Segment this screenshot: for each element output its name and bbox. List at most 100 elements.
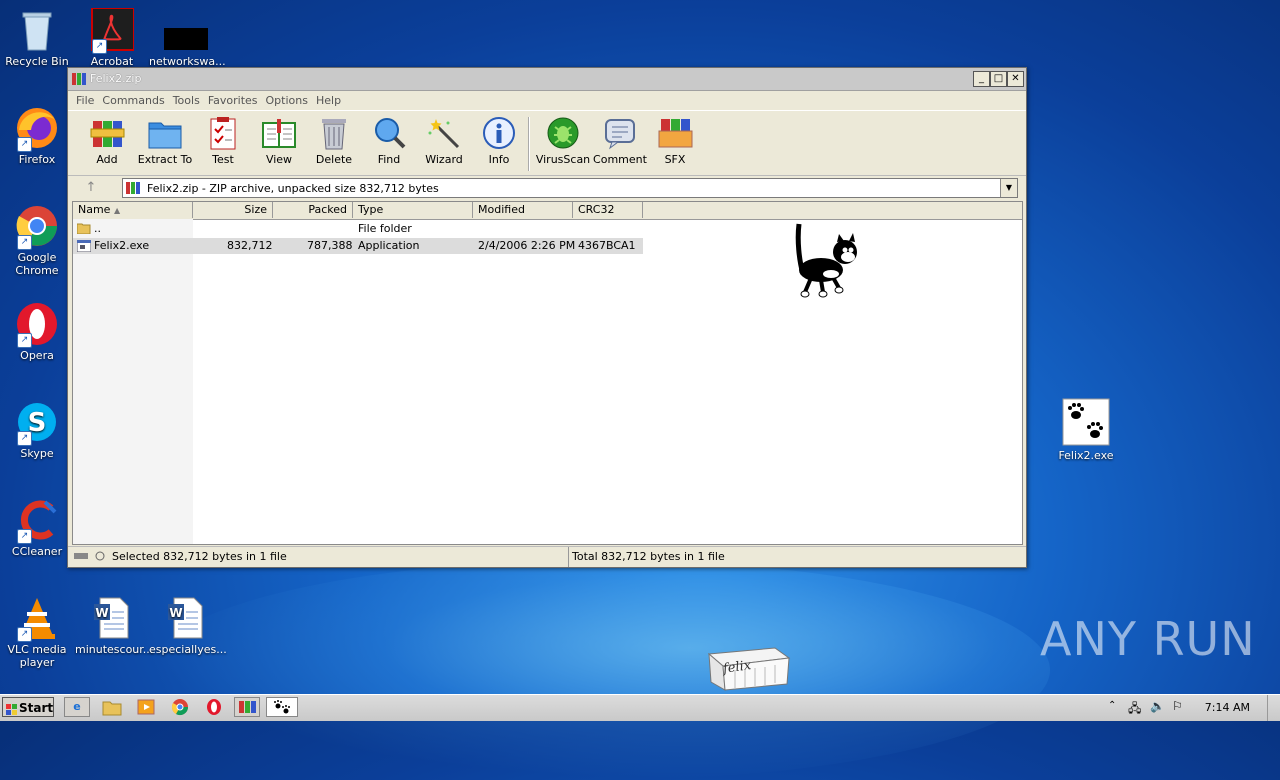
menu-bar: File Commands Tools Favorites Options Help <box>68 91 1026 110</box>
ccleaner-icon: ↗ <box>15 498 59 544</box>
taskbar-chrome[interactable] <box>168 697 194 717</box>
view-button[interactable]: View <box>250 115 308 166</box>
doc2-desktop-icon[interactable]: W especiallyes... <box>149 596 227 656</box>
felix-box-graphic: felix <box>705 640 791 692</box>
path-text: Felix2.zip - ZIP archive, unpacked size … <box>147 182 439 195</box>
chevron-down-icon[interactable]: ▼ <box>1000 179 1017 197</box>
taskbar-opera[interactable] <box>202 697 228 717</box>
ie-icon: e <box>73 700 81 713</box>
winrar-app-icon <box>72 72 86 86</box>
minimize-button[interactable]: _ <box>973 71 990 87</box>
shortcut-arrow-icon: ↗ <box>17 627 32 642</box>
network-desktop-icon[interactable]: networkswa... <box>149 8 226 68</box>
column-headers: Name ▲ Size Packed Type Modified CRC32 <box>73 202 1022 220</box>
virusscan-icon <box>545 115 581 151</box>
find-icon <box>371 115 407 151</box>
info-button[interactable]: Info <box>470 115 528 166</box>
menu-favorites[interactable]: Favorites <box>204 91 262 110</box>
skype-icon: S ↗ <box>15 400 59 446</box>
archive-icon <box>126 181 140 195</box>
add-button[interactable]: Add <box>78 115 136 166</box>
ccleaner-desktop-icon[interactable]: ↗ CCleaner <box>0 498 74 558</box>
close-button[interactable]: ✕ <box>1007 71 1024 87</box>
desktop-glow <box>150 560 1050 780</box>
virusscan-button[interactable]: VirusScan <box>534 115 592 166</box>
column-modified[interactable]: Modified <box>473 202 573 218</box>
column-packed[interactable]: Packed <box>273 202 353 218</box>
svg-text:W: W <box>169 606 182 620</box>
paw-prints-icon <box>1062 398 1110 446</box>
taskbar-explorer[interactable] <box>100 697 126 717</box>
find-button[interactable]: Find <box>360 115 418 166</box>
maximize-button[interactable]: □ <box>990 71 1007 87</box>
column-name[interactable]: Name ▲ <box>73 202 193 218</box>
chrome-icon: ↗ <box>15 204 59 250</box>
status-total: Total 832,712 bytes in 1 file <box>568 547 725 567</box>
sfx-icon <box>657 115 693 151</box>
delete-button[interactable]: Delete <box>305 115 363 166</box>
drive-status-icon <box>74 551 106 561</box>
taskbar-ie[interactable]: e <box>64 697 90 717</box>
clock[interactable]: 7:14 AM <box>1205 701 1250 714</box>
skype-desktop-icon[interactable]: S ↗ Skype <box>0 400 74 460</box>
comment-button[interactable]: Comment <box>591 115 649 166</box>
opera-icon <box>207 699 221 715</box>
menu-options[interactable]: Options <box>262 91 312 110</box>
acrobat-desktop-icon[interactable]: ↗ Acrobat <box>75 7 149 68</box>
recycle-bin-desktop-icon[interactable]: Recycle Bin <box>0 8 74 68</box>
system-tray: ⌃ 🖧 🔈 ⚐ 7:14 AM <box>1100 695 1280 721</box>
view-icon <box>261 115 297 151</box>
firefox-icon: ↗ <box>15 106 59 152</box>
network-tray-icon[interactable]: 🖧 <box>1128 699 1141 720</box>
table-row-parent[interactable]: .. File folder <box>73 221 643 237</box>
shortcut-arrow-icon: ↗ <box>17 431 32 446</box>
column-crc32[interactable]: CRC32 <box>573 202 643 218</box>
doc1-desktop-icon[interactable]: W minutescour... <box>75 596 153 656</box>
shortcut-arrow-icon: ↗ <box>17 529 32 544</box>
test-button[interactable]: Test <box>194 115 252 166</box>
vlc-desktop-icon[interactable]: ↗ VLC media player <box>0 596 74 669</box>
extract-icon <box>147 115 183 151</box>
column-type[interactable]: Type <box>353 202 473 218</box>
status-bar: Selected 832,712 bytes in 1 file Total 8… <box>68 546 1026 567</box>
table-row-felix2[interactable]: Felix2.exe 832,712 787,388 Application 2… <box>73 238 643 254</box>
test-icon <box>205 115 241 151</box>
taskbar-winrar[interactable] <box>234 697 260 717</box>
menu-commands[interactable]: Commands <box>98 91 168 110</box>
show-hidden-icons-icon[interactable]: ⌃ <box>1108 700 1116 711</box>
anyrun-watermark: ANY RUN <box>1040 612 1256 666</box>
path-combobox[interactable]: Felix2.zip - ZIP archive, unpacked size … <box>122 178 1018 198</box>
menu-file[interactable]: File <box>72 91 98 110</box>
start-button[interactable]: Start <box>2 697 54 717</box>
address-bar: ↑ Felix2.zip - ZIP archive, unpacked siz… <box>68 176 1026 200</box>
title-bar[interactable]: Felix2.zip _ □ ✕ <box>68 68 1026 91</box>
wizard-button[interactable]: Wizard <box>415 115 473 166</box>
toolbar: Add Extract To Test View Delete Find Wiz… <box>68 110 1026 176</box>
winrar-window: Felix2.zip _ □ ✕ File Commands Tools Favori… <box>67 67 1027 568</box>
file-list: Name ▲ Size Packed Type Modified CRC32 .… <box>72 201 1023 545</box>
show-desktop-button[interactable] <box>1267 695 1280 721</box>
extract-to-button[interactable]: Extract To <box>136 115 194 166</box>
taskbar-media-player[interactable] <box>134 697 160 717</box>
volume-icon[interactable]: 🔈 <box>1150 699 1165 713</box>
status-selected: Selected 832,712 bytes in 1 file <box>112 550 287 563</box>
opera-icon: ↗ <box>15 302 59 348</box>
word-doc-icon: W <box>90 596 134 640</box>
column-size[interactable]: Size <box>193 202 273 218</box>
recycle-bin-icon <box>15 8 59 52</box>
menu-help[interactable]: Help <box>312 91 345 110</box>
up-arrow-icon[interactable]: ↑ <box>76 180 106 196</box>
chrome-desktop-icon[interactable]: ↗ Google Chrome <box>0 204 74 277</box>
firefox-desktop-icon[interactable]: ↗ Firefox <box>0 106 74 166</box>
menu-tools[interactable]: Tools <box>169 91 204 110</box>
wizard-icon <box>426 115 462 151</box>
comment-icon <box>602 115 638 151</box>
opera-desktop-icon[interactable]: ↗ Opera <box>0 302 74 362</box>
taskbar: Start e ⌃ 🖧 🔈 ⚐ 7:14 AM <box>0 694 1280 721</box>
folder-icon <box>102 701 122 716</box>
sfx-button[interactable]: SFX <box>646 115 704 166</box>
shortcut-arrow-icon: ↗ <box>17 235 32 250</box>
taskbar-felix[interactable] <box>266 697 298 717</box>
felix-desktop-icon[interactable]: Felix2.exe <box>1049 398 1123 462</box>
action-center-flag-icon[interactable]: ⚐ <box>1172 699 1183 713</box>
